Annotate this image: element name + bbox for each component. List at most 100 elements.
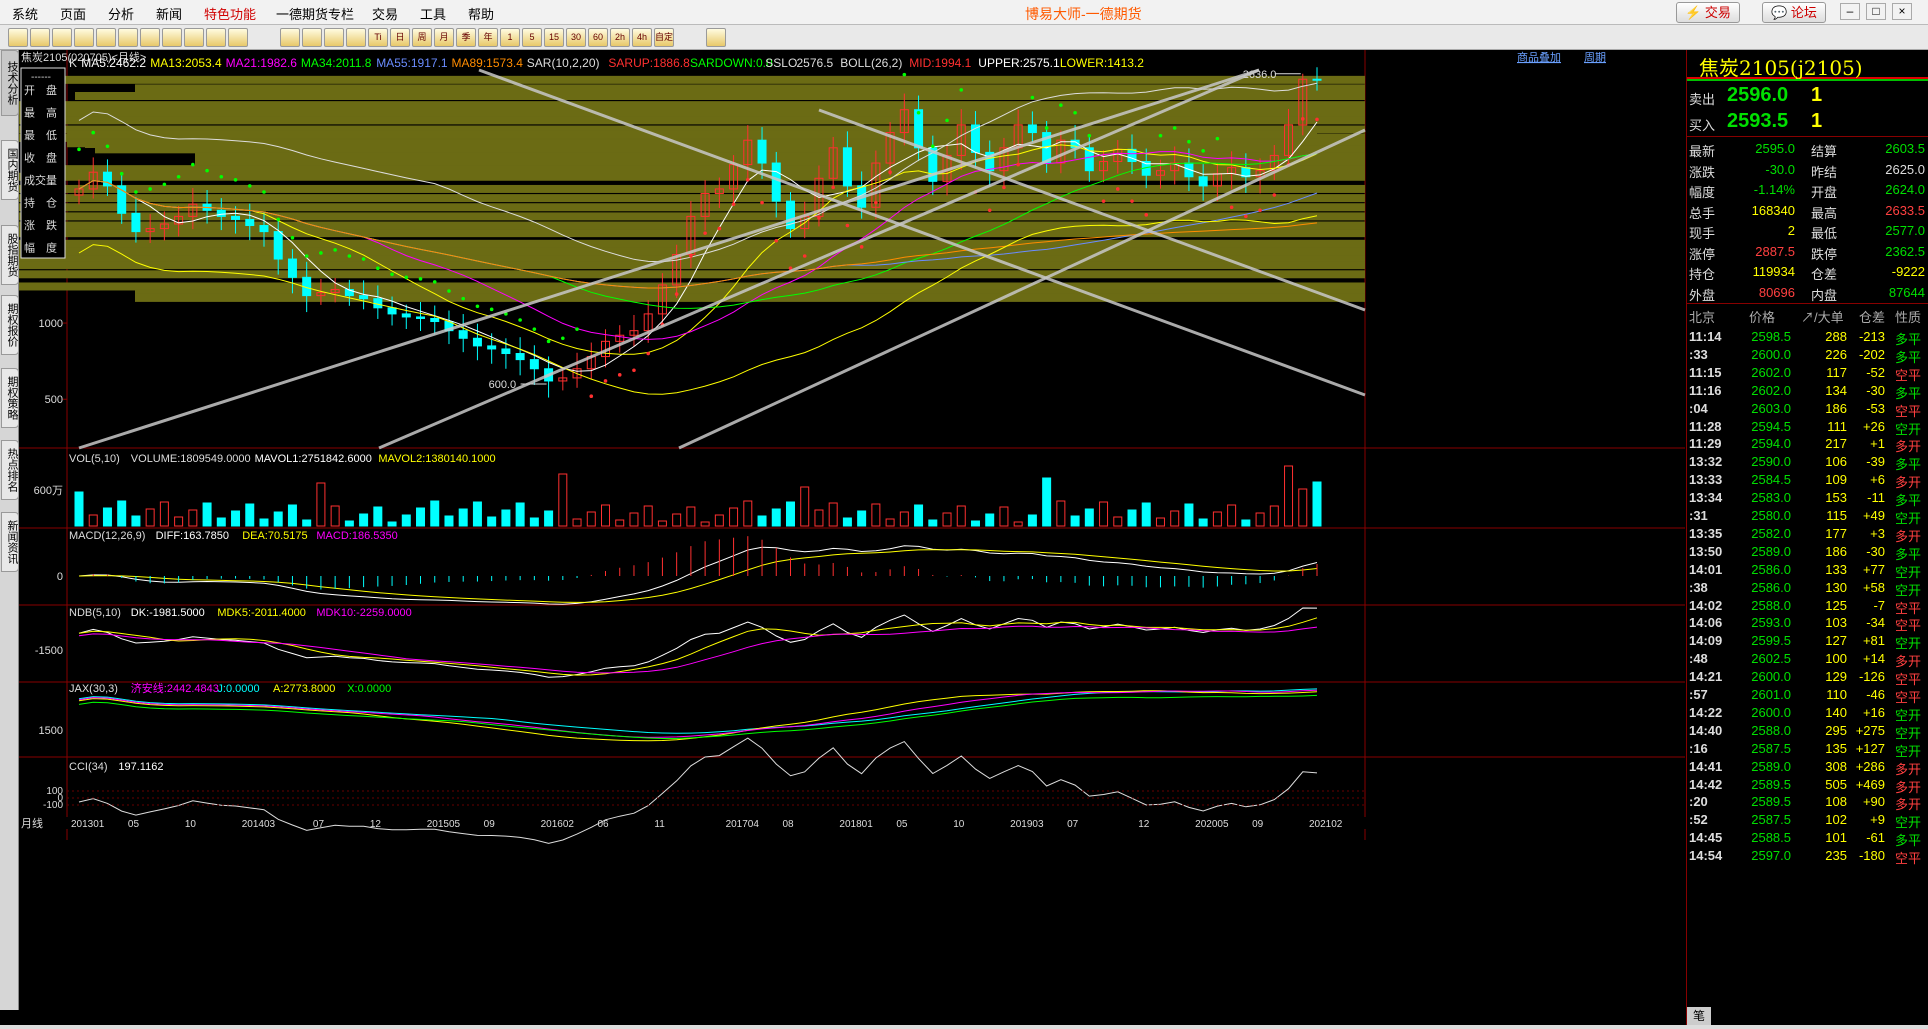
chart-icon[interactable] — [74, 28, 94, 47]
60min-icon[interactable]: 60 — [588, 28, 608, 47]
tick-row[interactable]: 14:01 2586.0 133 +77 空开 — [1687, 560, 1928, 580]
close-icon[interactable]: × — [1892, 3, 1912, 20]
tab-index-futures[interactable]: 股指期货 — [1, 225, 19, 285]
tick-row[interactable]: 11:29 2594.0 217 +1 多开 — [1687, 434, 1928, 454]
1min-icon[interactable]: 1 — [500, 28, 520, 47]
week-icon[interactable]: 周 — [412, 28, 432, 47]
zoom-icon[interactable] — [140, 28, 160, 47]
tick-row[interactable]: :20 2589.5 108 +90 多开 — [1687, 792, 1928, 812]
stat-label: 内盘 — [1811, 287, 1838, 303]
sar-dot — [1158, 133, 1163, 138]
pen-icon[interactable] — [184, 28, 204, 47]
kline-chart-svg[interactable]: 500100015002000月线20130105102014030712201… — [19, 50, 1685, 1025]
formula-icon[interactable] — [228, 28, 248, 47]
tick-row[interactable]: 11:16 2602.0 134 -30 多平 — [1687, 381, 1928, 401]
year-icon[interactable]: 年 — [478, 28, 498, 47]
tick-row[interactable]: :52 2587.5 102 +9 空开 — [1687, 810, 1928, 830]
maximize-icon[interactable]: □ — [1866, 3, 1886, 20]
tab-option-strategy[interactable]: 期权策略 — [1, 368, 19, 428]
tick-row[interactable]: 14:21 2600.0 129 -126 空平 — [1687, 667, 1928, 687]
season-icon[interactable]: 季 — [456, 28, 476, 47]
menu-tools[interactable]: 工具 — [420, 4, 446, 23]
back-icon[interactable] — [8, 28, 28, 47]
30min-icon[interactable]: 30 — [566, 28, 586, 47]
tick-row[interactable]: :57 2601.0 110 -46 空平 — [1687, 685, 1928, 705]
minimize-icon[interactable]: – — [1840, 3, 1860, 20]
grid-icon[interactable] — [302, 28, 322, 47]
tick-row[interactable]: :33 2600.0 226 -202 多平 — [1687, 345, 1928, 365]
menu-analysis[interactable]: 分析 — [108, 4, 134, 23]
sub-legend-item: NDB(5,10) — [69, 607, 121, 619]
5min-icon[interactable]: 5 — [522, 28, 542, 47]
tick-row[interactable]: 14:41 2589.0 308 +286 多开 — [1687, 757, 1928, 777]
forum-button[interactable]: 💬 论坛 — [1762, 2, 1826, 23]
sar-dot — [731, 202, 736, 206]
tick-row[interactable]: 13:33 2584.5 109 +6 多开 — [1687, 470, 1928, 490]
period-link[interactable]: 周期 — [1584, 51, 1606, 64]
overlay-link[interactable]: 商品叠加 — [1517, 50, 1561, 64]
tick-row[interactable]: 14:40 2588.0 295 +275 空开 — [1687, 721, 1928, 741]
tab-domestic-futures[interactable]: 国内期货 — [1, 140, 19, 200]
sar-dot — [91, 130, 96, 135]
tick-row[interactable]: 14:45 2588.5 101 -61 多平 — [1687, 828, 1928, 848]
menu-page[interactable]: 页面 — [60, 4, 86, 23]
calc-icon[interactable] — [706, 28, 726, 47]
day-icon[interactable]: 日 — [390, 28, 410, 47]
menu-trade[interactable]: 交易 — [372, 4, 398, 23]
tick-row[interactable]: 13:35 2582.0 177 +3 多开 — [1687, 524, 1928, 544]
candle-body — [1027, 124, 1037, 134]
tick-row[interactable]: :38 2586.0 130 +58 空开 — [1687, 578, 1928, 598]
candle-body — [757, 139, 767, 164]
bar-icon[interactable] — [280, 28, 300, 47]
tick-row[interactable]: :16 2587.5 135 +127 空开 — [1687, 739, 1928, 759]
menu-column[interactable]: 一德期货专栏 — [276, 4, 354, 23]
tab-option-quotes[interactable]: 期权报价 — [1, 295, 19, 355]
tick-row[interactable]: 14:02 2588.0 125 -7 空平 — [1687, 596, 1928, 616]
tick-row[interactable]: 14:09 2599.5 127 +81 空开 — [1687, 631, 1928, 651]
tick-row[interactable]: 14:54 2597.0 235 -180 空平 — [1687, 846, 1928, 866]
tab-hot-ranking[interactable]: 热点排名 — [1, 440, 19, 500]
tick-row[interactable]: 13:34 2583.0 153 -11 多平 — [1687, 488, 1928, 508]
list-icon[interactable] — [324, 28, 344, 47]
stat-value: 2633.5 — [1885, 202, 1925, 218]
tick-row[interactable]: 11:28 2594.5 111 +26 空开 — [1687, 417, 1928, 437]
tick-time: :31 — [1689, 508, 1708, 523]
tab-technical-analysis[interactable]: 技术分析 — [1, 50, 19, 116]
tab-news[interactable]: 新闻资讯 — [1, 512, 19, 572]
tick-row[interactable]: :48 2602.5 100 +14 多开 — [1687, 649, 1928, 669]
4h-icon[interactable]: 4h — [632, 28, 652, 47]
tick-time: 14:54 — [1689, 848, 1723, 864]
sar-dot — [1144, 213, 1149, 217]
menu-system[interactable]: 系统 — [12, 4, 38, 23]
trade-button[interactable]: ⚡ 交易 — [1676, 2, 1740, 23]
tick-row[interactable]: 13:50 2589.0 186 -30 多平 — [1687, 542, 1928, 562]
folder-icon[interactable] — [52, 28, 72, 47]
2h-icon[interactable]: 2h — [610, 28, 630, 47]
month-icon[interactable]: 月 — [434, 28, 454, 47]
tick-row[interactable]: 13:32 2590.0 106 -39 多平 — [1687, 452, 1928, 472]
tick-row[interactable]: :31 2580.0 115 +49 空开 — [1687, 506, 1928, 526]
layers-icon[interactable] — [162, 28, 182, 47]
tick-volume: 288 — [1825, 329, 1847, 344]
doc-icon[interactable] — [96, 28, 116, 47]
menu-news[interactable]: 新闻 — [156, 4, 182, 23]
search-icon[interactable] — [118, 28, 138, 47]
menu-help[interactable]: 帮助 — [468, 4, 494, 23]
table-icon[interactable] — [346, 28, 366, 47]
info-label: 收 盘 — [24, 151, 57, 165]
custom-icon[interactable]: 自定 — [654, 28, 674, 47]
menu-features[interactable]: 特色功能 — [204, 4, 256, 23]
brush-icon[interactable] — [206, 28, 226, 47]
tab-ticks[interactable]: 笔 — [1687, 1007, 1711, 1025]
tick-row[interactable]: 14:06 2593.0 103 -34 空平 — [1687, 613, 1928, 633]
tick-row[interactable]: 14:42 2589.5 505 +469 多开 — [1687, 775, 1928, 795]
tick-row[interactable]: 11:14 2598.5 288 -213 多平 — [1687, 327, 1928, 347]
tick-icon[interactable]: Ti — [368, 28, 388, 47]
tick-row[interactable]: 11:15 2602.0 117 -52 空平 — [1687, 363, 1928, 383]
home-icon[interactable] — [30, 28, 50, 47]
15min-icon[interactable]: 15 — [544, 28, 564, 47]
tick-row[interactable]: :04 2603.0 186 -53 空平 — [1687, 399, 1928, 419]
kline-chart-area[interactable]: 500100015002000月线20130105102014030712201… — [19, 50, 1685, 1025]
tick-row[interactable]: 14:22 2600.0 140 +16 空开 — [1687, 703, 1928, 723]
tick-volume: 130 — [1825, 579, 1847, 595]
